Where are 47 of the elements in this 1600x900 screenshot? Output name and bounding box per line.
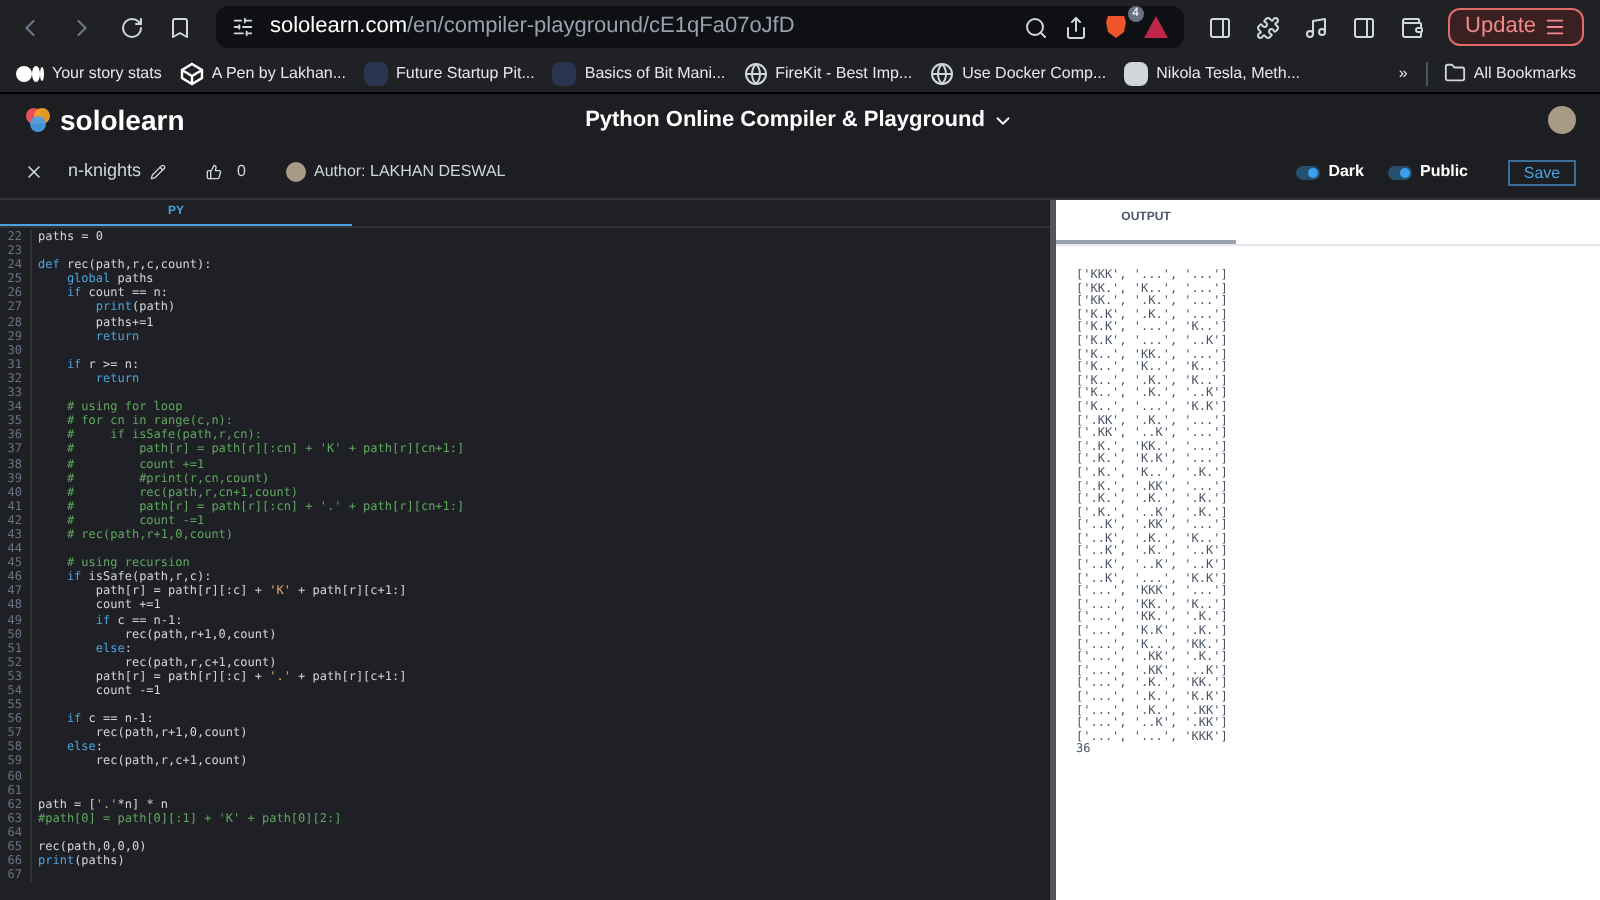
- bookmark-item[interactable]: Future Startup Pit...: [364, 61, 535, 85]
- menu-icon: [1544, 16, 1566, 38]
- avatar[interactable]: [1548, 106, 1576, 134]
- puzzle-icon[interactable]: [1255, 15, 1280, 39]
- bookmark-item[interactable]: Use Docker Comp...: [930, 61, 1107, 85]
- bookmark-tile-icon: [552, 61, 577, 85]
- project-name: n-knights: [68, 158, 142, 185]
- page-title-dropdown[interactable]: Python Online Compiler & Playground: [585, 103, 1015, 137]
- bookmark-icon[interactable]: [168, 15, 192, 39]
- bookmark-item[interactable]: Basics of Bit Mani...: [552, 61, 726, 85]
- url-text: sololearn.com/en/compiler-playground/cE1qFa07oJfD: [270, 12, 795, 43]
- panel-icon[interactable]: [1351, 15, 1376, 39]
- author-avatar: [285, 162, 306, 182]
- update-button[interactable]: Update: [1447, 8, 1584, 46]
- folder-icon: [1443, 62, 1466, 84]
- toggle-switch[interactable]: [1296, 165, 1321, 179]
- cube-icon: [179, 61, 204, 85]
- zoom-icon[interactable]: [1023, 15, 1048, 39]
- toggle-label: Public: [1419, 160, 1468, 184]
- logo-text[interactable]: sololearn: [60, 99, 185, 141]
- author-text: Author: LAKHAN DESWAL: [313, 160, 506, 184]
- portrait-icon: [1124, 61, 1149, 85]
- bookmark-tile-icon: [364, 61, 389, 85]
- site-settings-icon[interactable]: [232, 16, 254, 38]
- bookmark-item[interactable]: A Pen by Lakhan...: [179, 61, 347, 85]
- bookmark-item[interactable]: Your story stats: [16, 61, 162, 85]
- music-icon[interactable]: [1303, 15, 1328, 39]
- close-icon[interactable]: [24, 162, 44, 182]
- wallet-icon[interactable]: [1399, 15, 1424, 39]
- globe-icon: [930, 61, 955, 85]
- edit-icon[interactable]: [149, 164, 166, 180]
- all-bookmarks-item[interactable]: All Bookmarks: [1425, 61, 1576, 85]
- bookmark-item[interactable]: Nikola Tesla, Meth...: [1124, 61, 1301, 85]
- triangle-icon[interactable]: [1143, 16, 1168, 38]
- save-button[interactable]: Save: [1508, 159, 1576, 185]
- bookmark-item[interactable]: FireKit - Best Imp...: [743, 61, 913, 85]
- dots-icon: [16, 63, 44, 83]
- globe-icon: [743, 61, 768, 85]
- overflow-chevron[interactable]: »: [1398, 61, 1408, 85]
- sidebar-icon[interactable]: [1207, 15, 1232, 39]
- reload-icon[interactable]: [120, 15, 144, 39]
- share-icon[interactable]: [1063, 15, 1088, 39]
- toggle-label: Dark: [1328, 160, 1364, 184]
- toggle-switch[interactable]: [1387, 165, 1412, 179]
- like-icon[interactable]: [205, 164, 222, 180]
- logo-icon: [24, 106, 52, 134]
- like-count: 0: [237, 160, 246, 184]
